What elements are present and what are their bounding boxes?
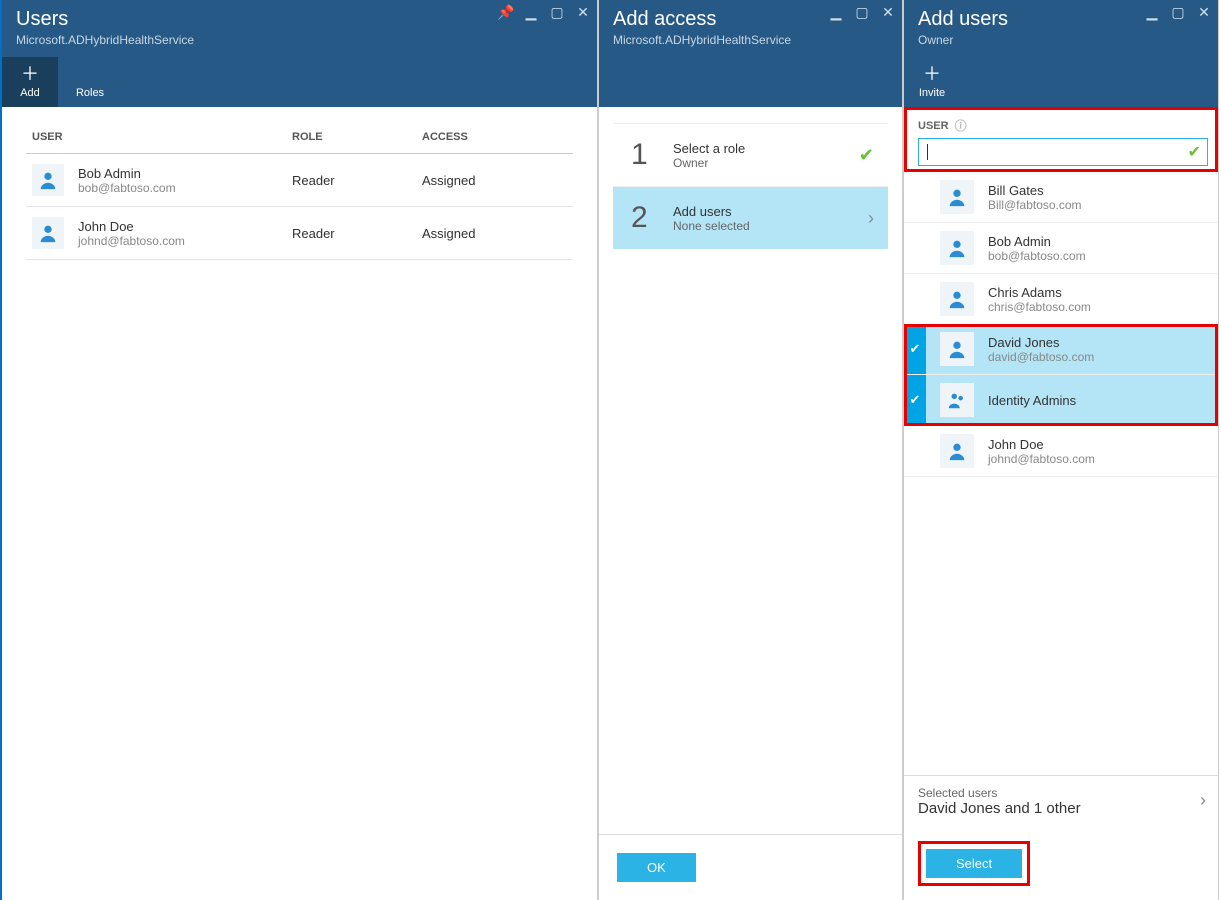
col-access: ACCESS bbox=[422, 131, 542, 143]
check-icon: ✔ bbox=[1188, 142, 1201, 162]
list-item[interactable]: ✔ Chris Adams chris@fabtoso.com bbox=[904, 274, 1218, 324]
summary-body: David Jones and 1 other bbox=[918, 800, 1204, 817]
check-icon: ✔ bbox=[859, 145, 874, 166]
user-name: Chris Adams bbox=[988, 285, 1091, 300]
step-title: Select a role bbox=[673, 141, 745, 156]
blade-header: ▁ ▢ ✕ Add access Microsoft.ADHybridHealt… bbox=[599, 0, 902, 107]
step-select-role[interactable]: 1 Select a role Owner ✔ bbox=[613, 123, 888, 186]
blade-add-access: ▁ ▢ ✕ Add access Microsoft.ADHybridHealt… bbox=[598, 0, 903, 900]
user-name: John Doe bbox=[988, 437, 1095, 452]
blade-add-users: ▁ ▢ ✕ Add users Owner ＋ Invite USER ⓘ ✔ bbox=[903, 0, 1219, 900]
check-icon: ✔ bbox=[904, 324, 926, 374]
step-title: Add users bbox=[673, 204, 750, 219]
selected-users-summary[interactable]: Selected users David Jones and 1 other › bbox=[904, 775, 1218, 827]
list-item[interactable]: ✔ John Doe johnd@fabtoso.com bbox=[904, 426, 1218, 477]
toolbar-label: Add bbox=[20, 87, 40, 99]
col-role: ROLE bbox=[292, 131, 412, 143]
text-cursor-icon bbox=[927, 144, 928, 160]
blade-header: ▁ ▢ ✕ Add users Owner ＋ Invite bbox=[904, 0, 1218, 107]
plus-icon: ＋ bbox=[923, 65, 941, 83]
list-item[interactable]: ✔ Bob Admin bob@fabtoso.com bbox=[904, 223, 1218, 274]
add-button[interactable]: ＋ Add bbox=[2, 57, 58, 107]
user-search-area: USER ⓘ ✔ bbox=[904, 107, 1218, 172]
table-row[interactable]: Bob Admin bob@fabtoso.com Reader Assigne… bbox=[26, 154, 573, 207]
user-role: Reader bbox=[292, 173, 412, 188]
table-row[interactable]: John Doe johnd@fabtoso.com Reader Assign… bbox=[26, 207, 573, 260]
list-item[interactable]: ✔ Bill Gates Bill@fabtoso.com bbox=[904, 172, 1218, 223]
toolbar-label: Invite bbox=[919, 87, 945, 99]
close-icon[interactable]: ✕ bbox=[880, 4, 896, 21]
chevron-right-icon: › bbox=[868, 208, 874, 229]
chevron-right-icon: › bbox=[1200, 790, 1206, 811]
maximize-icon[interactable]: ▢ bbox=[854, 4, 870, 21]
minimize-icon[interactable]: ▁ bbox=[1144, 4, 1160, 21]
pin-icon[interactable]: 📌 bbox=[497, 4, 513, 21]
summary-title: Selected users bbox=[918, 786, 1204, 800]
close-icon[interactable]: ✕ bbox=[575, 4, 591, 21]
user-email: bob@fabtoso.com bbox=[78, 181, 176, 195]
window-controls: ▁ ▢ ✕ bbox=[828, 4, 896, 21]
blade-users: 📌 ▁ ▢ ✕ Users Microsoft.ADHybridHealthSe… bbox=[0, 0, 598, 900]
minimize-icon[interactable]: ▁ bbox=[523, 4, 539, 21]
user-email: bob@fabtoso.com bbox=[988, 249, 1086, 263]
user-access: Assigned bbox=[422, 226, 542, 241]
list-item[interactable]: ✔ David Jones david@fabtoso.com bbox=[904, 324, 1218, 375]
col-user: USER bbox=[32, 131, 282, 143]
check-icon: ✔ bbox=[904, 375, 926, 425]
selected-users-highlight: ✔ David Jones david@fabtoso.com ✔ Identi… bbox=[904, 324, 1218, 426]
user-name: John Doe bbox=[78, 219, 185, 234]
avatar-icon bbox=[32, 164, 64, 196]
info-icon[interactable]: ⓘ bbox=[955, 117, 967, 134]
close-icon[interactable]: ✕ bbox=[1196, 4, 1212, 21]
user-name: Bill Gates bbox=[988, 183, 1082, 198]
avatar-icon bbox=[940, 282, 974, 316]
user-name: Bob Admin bbox=[988, 234, 1086, 249]
window-controls: 📌 ▁ ▢ ✕ bbox=[497, 4, 591, 21]
users-table: USER ROLE ACCESS Bob Admin bob@fabtoso.c… bbox=[2, 107, 597, 274]
maximize-icon[interactable]: ▢ bbox=[1170, 4, 1186, 21]
user-email: johnd@fabtoso.com bbox=[988, 452, 1095, 466]
user-role: Reader bbox=[292, 226, 412, 241]
ok-button[interactable]: OK bbox=[617, 853, 696, 882]
user-name: Bob Admin bbox=[78, 166, 176, 181]
page-subtitle: Owner bbox=[918, 33, 1204, 47]
plus-icon: ＋ bbox=[21, 65, 39, 83]
list-item[interactable]: ✔ Identity Admins bbox=[904, 375, 1218, 426]
minimize-icon[interactable]: ▁ bbox=[828, 4, 844, 21]
window-controls: ▁ ▢ ✕ bbox=[1144, 4, 1212, 21]
roles-button[interactable]: Roles bbox=[62, 57, 118, 107]
step-sub: None selected bbox=[673, 219, 750, 233]
maximize-icon[interactable]: ▢ bbox=[549, 4, 565, 21]
blade-header: 📌 ▁ ▢ ✕ Users Microsoft.ADHybridHealthSe… bbox=[2, 0, 597, 107]
step-sub: Owner bbox=[673, 156, 745, 170]
avatar-icon bbox=[940, 180, 974, 214]
toolbar-label: Roles bbox=[76, 87, 104, 99]
user-email: Bill@fabtoso.com bbox=[988, 198, 1082, 212]
page-subtitle: Microsoft.ADHybridHealthService bbox=[613, 33, 888, 47]
user-email: johnd@fabtoso.com bbox=[78, 234, 185, 248]
user-search-input[interactable]: ✔ bbox=[918, 138, 1208, 166]
avatar-icon bbox=[32, 217, 64, 249]
search-label: USER bbox=[918, 120, 949, 132]
page-subtitle: Microsoft.ADHybridHealthService bbox=[16, 33, 583, 47]
user-email: david@fabtoso.com bbox=[988, 350, 1094, 364]
step-add-users[interactable]: 2 Add users None selected › bbox=[613, 186, 888, 249]
invite-button[interactable]: ＋ Invite bbox=[904, 57, 960, 107]
step-number: 2 bbox=[631, 201, 657, 235]
user-name: Identity Admins bbox=[988, 393, 1076, 408]
user-email: chris@fabtoso.com bbox=[988, 300, 1091, 314]
user-name: David Jones bbox=[988, 335, 1094, 350]
avatar-icon bbox=[940, 332, 974, 366]
step-number: 1 bbox=[631, 138, 657, 172]
user-access: Assigned bbox=[422, 173, 542, 188]
avatar-icon bbox=[940, 383, 974, 417]
user-picker-list: ✔ Bill Gates Bill@fabtoso.com ✔ Bob Admi… bbox=[904, 172, 1218, 477]
avatar-icon bbox=[940, 434, 974, 468]
select-button[interactable]: Select bbox=[926, 849, 1022, 878]
avatar-icon bbox=[940, 231, 974, 265]
